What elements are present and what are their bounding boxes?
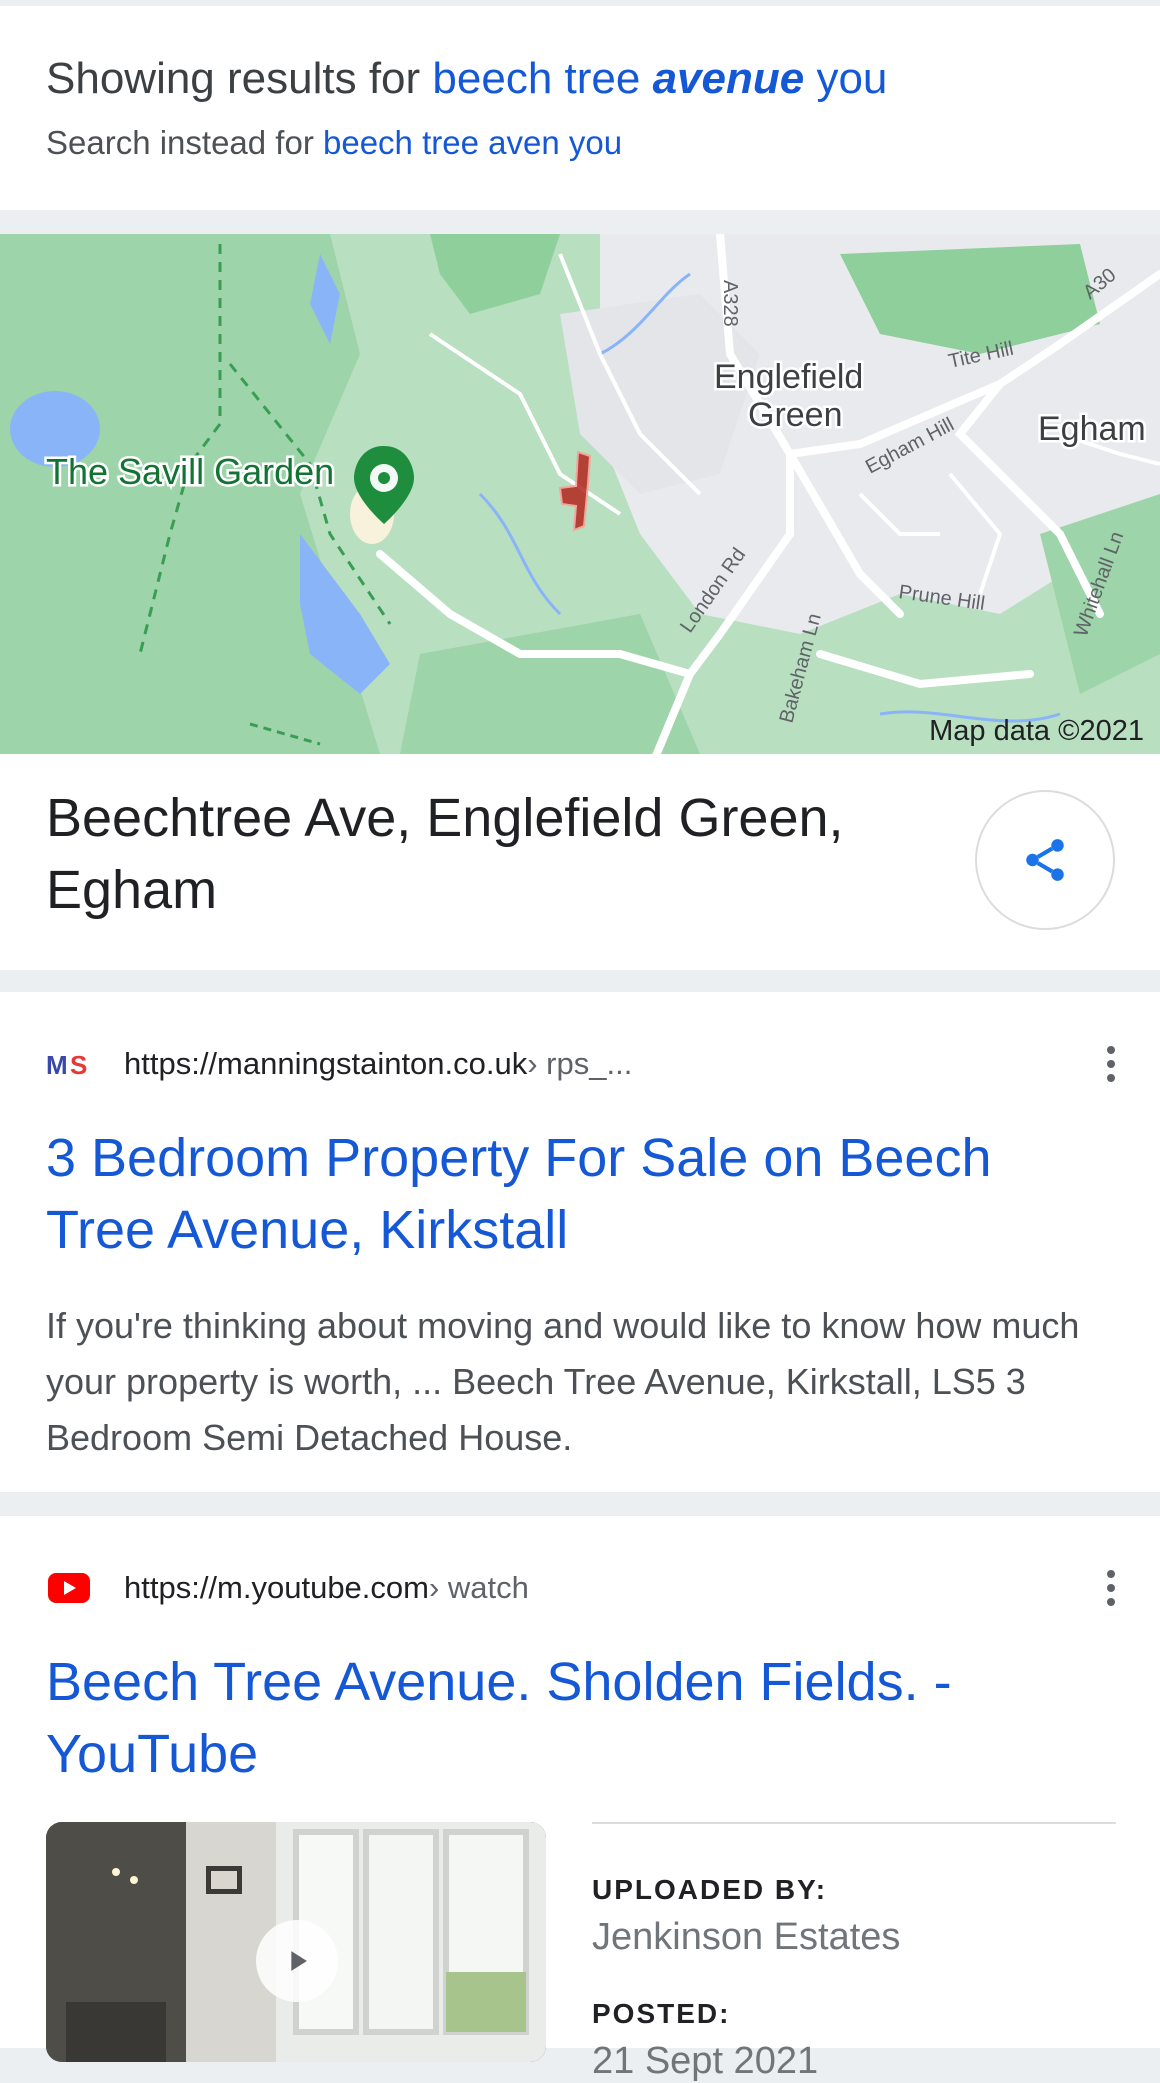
posted-label: POSTED: — [592, 1998, 731, 2029]
map-image: The Savill Garden Englefield Green Egham… — [0, 234, 1160, 754]
corrected-query-link[interactable]: beech tree avenue you — [432, 54, 887, 103]
result-title-link[interactable]: Beech Tree Avenue. Sholden Fields. - You… — [46, 1646, 1106, 1790]
map-label-egham: Egham — [1038, 410, 1146, 448]
search-instead-line: Search instead for beech tree aven you — [46, 124, 622, 162]
video-metadata: UPLOADED BY: Jenkinson Estates POSTED: 2… — [592, 1822, 1116, 2082]
svg-text:M: M — [46, 1050, 68, 1079]
share-button[interactable] — [975, 790, 1115, 930]
spelling-correction-card: Showing results for beech tree avenue yo… — [0, 6, 1160, 210]
showing-results-line: Showing results for beech tree avenue yo… — [46, 54, 887, 104]
posted-value: 21 Sept 2021 — [592, 2040, 819, 2082]
result-title-link[interactable]: 3 Bedroom Property For Sale on Beech Tre… — [46, 1122, 1106, 1266]
map-label-green: Green — [748, 396, 843, 434]
result-source[interactable]: https://m.youtube.com › watch — [46, 1566, 529, 1610]
more-options-icon[interactable] — [1096, 1042, 1126, 1086]
svg-text:S: S — [70, 1050, 87, 1079]
result-url: https://m.youtube.com — [124, 1570, 429, 1605]
manning-stainton-logo-icon: M S — [46, 1047, 92, 1081]
map-view[interactable]: The Savill Garden Englefield Green Egham… — [0, 234, 1160, 754]
result-source[interactable]: M S https://manningstainton.co.uk › rps_… — [46, 1042, 632, 1086]
map-label-englefield: Englefield — [714, 358, 863, 396]
result-url: https://manningstainton.co.uk — [124, 1046, 528, 1081]
search-instead-prefix: Search instead for — [46, 124, 314, 161]
youtube-logo-icon — [46, 1571, 92, 1605]
result-breadcrumb: › rps_... — [527, 1046, 633, 1081]
search-result: https://m.youtube.com › watch Beech Tree… — [0, 1516, 1160, 2082]
original-query-link[interactable]: beech tree aven you — [323, 124, 622, 161]
result-breadcrumb: › watch — [428, 1570, 529, 1605]
place-title[interactable]: Beechtree Ave, Englefield Green, Egham — [46, 782, 926, 926]
uploaded-by-value: Jenkinson Estates — [592, 1916, 901, 1958]
more-options-icon[interactable] — [1096, 1566, 1126, 1610]
video-thumbnail[interactable] — [46, 1822, 546, 2062]
result-snippet: If you're thinking about moving and woul… — [46, 1305, 1080, 1458]
showing-results-prefix: Showing results for — [46, 54, 421, 103]
map-card: The Savill Garden Englefield Green Egham… — [0, 234, 1160, 970]
map-attribution: Map data ©2021 — [929, 715, 1144, 747]
play-icon — [256, 1920, 338, 2002]
search-result: M S https://manningstainton.co.uk › rps_… — [0, 992, 1160, 1492]
share-icon — [1026, 839, 1064, 881]
uploaded-by-label: UPLOADED BY: — [592, 1874, 828, 1905]
map-label-savill: The Savill Garden — [46, 451, 334, 492]
map-label-a328: A328 — [719, 280, 741, 327]
